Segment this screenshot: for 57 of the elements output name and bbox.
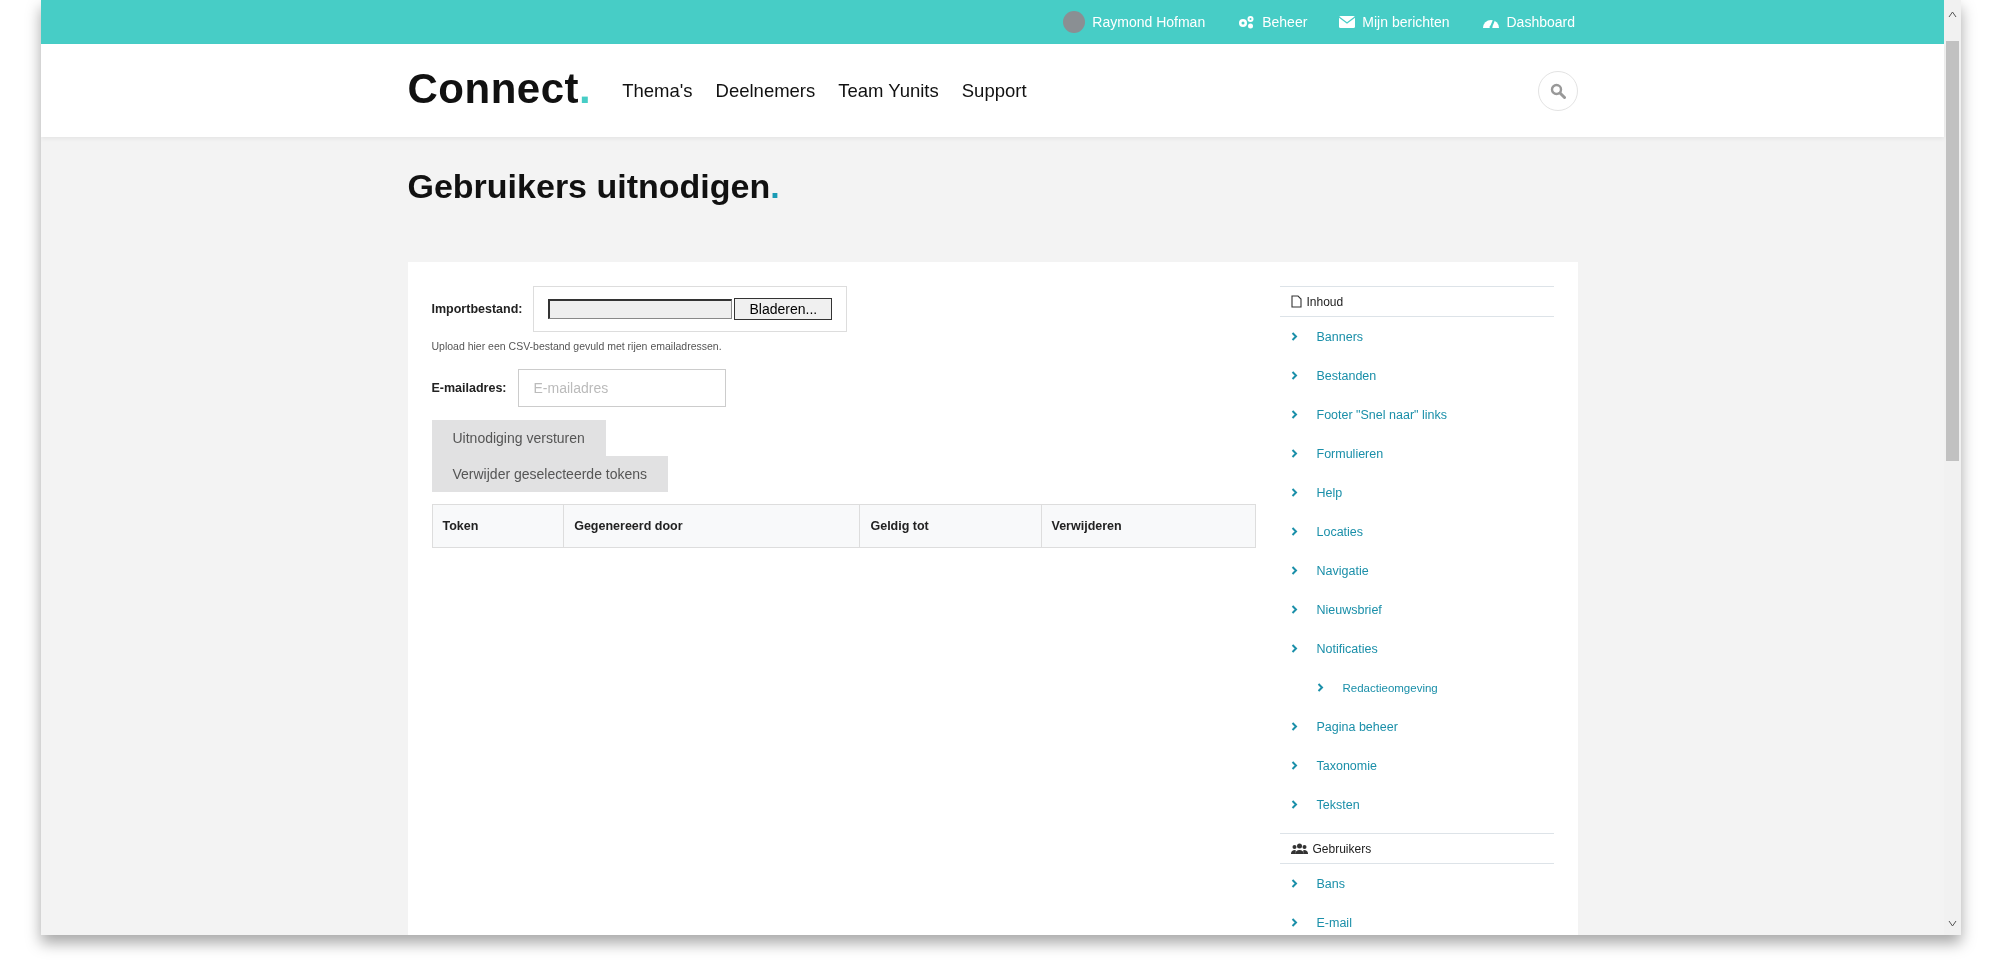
sidebar-link[interactable]: Banners — [1279, 317, 1554, 356]
chevron-icon — [1290, 527, 1298, 536]
column-header: Token — [432, 504, 564, 548]
file-upload-field[interactable]: Bladeren... — [533, 286, 848, 332]
section-heading: Inhoud — [1279, 286, 1554, 317]
nav-link[interactable]: Support — [961, 79, 1027, 102]
chevron-icon — [1290, 761, 1298, 770]
sidebar-link[interactable]: Taxonomie — [1279, 746, 1554, 785]
sidebar-link[interactable]: Nieuwsbrief — [1279, 590, 1554, 629]
gears-icon — [1237, 15, 1256, 29]
nav-link[interactable]: Team Yunits — [838, 79, 939, 102]
field-label: E-mailadres: — [431, 381, 507, 395]
chevron-icon — [1290, 410, 1298, 419]
sidebar-link[interactable]: Help — [1279, 473, 1554, 512]
sidebar-link[interactable]: Pagina beheer — [1279, 707, 1554, 746]
chevron-icon — [1290, 605, 1298, 614]
users-icon — [1290, 843, 1308, 854]
chevron-icon — [1290, 332, 1298, 341]
nav-link[interactable]: Deelnemers — [715, 79, 816, 102]
email-field[interactable]: E-mailadres — [517, 369, 726, 407]
action-button[interactable]: Uitnodiging versturen — [431, 420, 606, 456]
field-label: Importbestand: — [431, 302, 523, 316]
avatar — [1063, 11, 1086, 33]
sidebar-link[interactable]: Bestanden — [1279, 356, 1554, 395]
chevron-icon — [1290, 644, 1298, 653]
chevron-icon — [1290, 918, 1298, 927]
chevron-icon — [1290, 488, 1298, 497]
chevron-icon — [1290, 566, 1298, 575]
column-header: Geldig tot — [859, 504, 1041, 548]
sidebar-link[interactable]: Locaties — [1279, 512, 1554, 551]
sidebar-link[interactable]: Teksten — [1279, 785, 1554, 824]
sidebar-link[interactable]: Notificaties — [1279, 629, 1554, 668]
chevron-icon — [1290, 371, 1298, 380]
sidebar-link[interactable]: Redactieomgeving — [1279, 668, 1554, 707]
sidebar-link[interactable]: E-mail — [1279, 903, 1554, 935]
column-header: Gegenereerd door — [563, 504, 860, 548]
sidebar-link[interactable]: Formulieren — [1279, 434, 1554, 473]
browse-button[interactable]: Bladeren... — [734, 298, 833, 320]
nav-link[interactable]: Thema's — [622, 79, 693, 102]
action-button[interactable]: Verwijder geselecteerde tokens — [431, 456, 669, 492]
section-heading: Gebruikers — [1279, 833, 1554, 864]
page-title: Gebruikers uitnodigen. — [407, 167, 781, 207]
column-header: Verwijderen — [1041, 504, 1255, 548]
file-icon — [1290, 295, 1302, 308]
sidebar-link[interactable]: Footer "Snel naar" links — [1279, 395, 1554, 434]
chevron-icon — [1290, 722, 1298, 731]
logo[interactable]: Connect. — [407, 64, 592, 117]
sidebar-link[interactable]: Navigatie — [1279, 551, 1554, 590]
chevron-icon — [1290, 449, 1298, 458]
sidebar-link[interactable]: Bans — [1279, 864, 1554, 903]
chevron-icon — [1316, 683, 1324, 692]
envelope-icon — [1339, 16, 1356, 28]
chevron-icon — [1290, 879, 1298, 888]
search-icon — [1549, 82, 1566, 99]
help-text: Upload hier een CSV-bestand gevuld met rijen emailadressen. — [431, 340, 723, 352]
scrollbar[interactable] — [1944, 0, 1961, 935]
chevron-icon — [1290, 800, 1298, 809]
